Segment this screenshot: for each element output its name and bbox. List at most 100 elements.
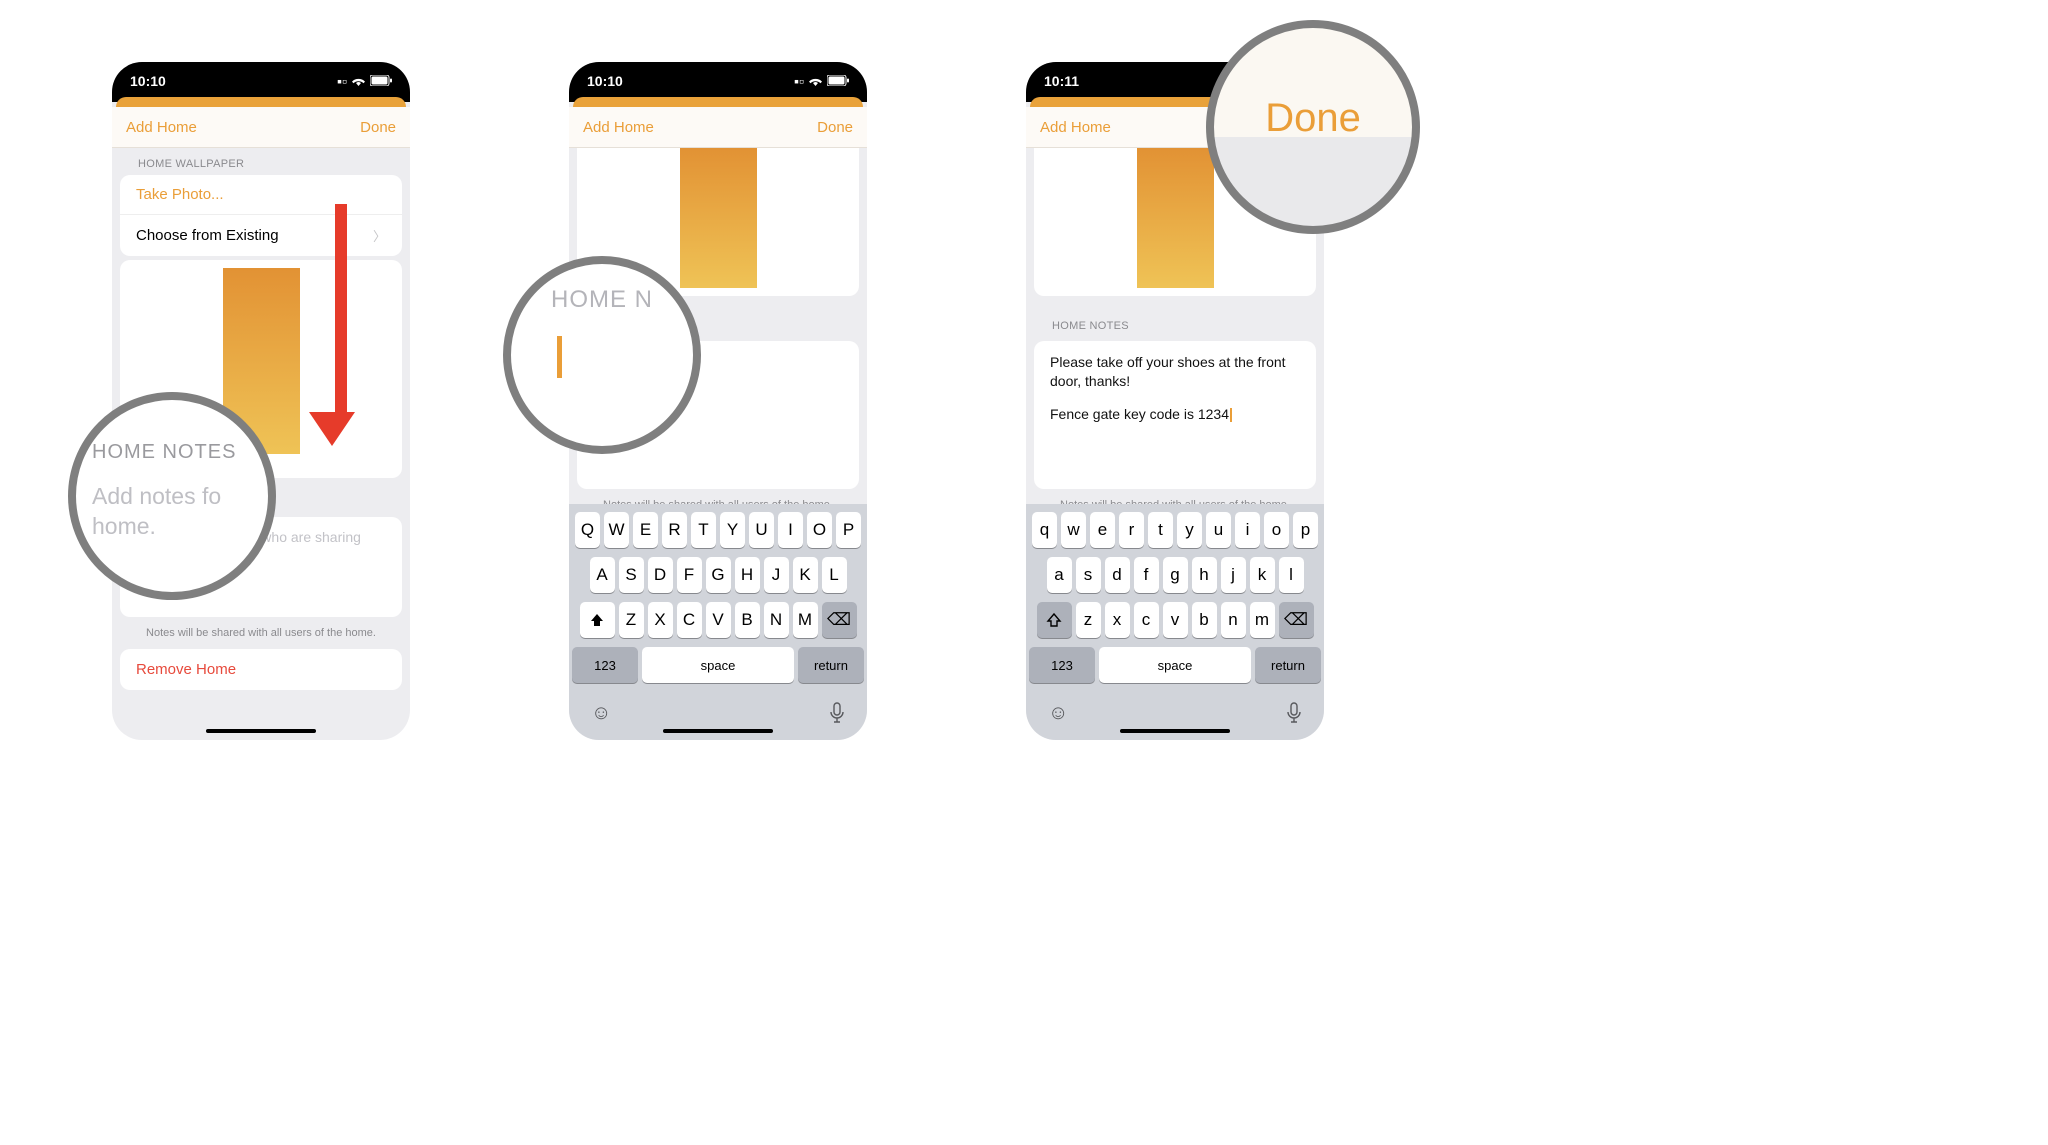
signal-icon: ▪▫ bbox=[794, 73, 804, 89]
key-g[interactable]: g bbox=[1163, 557, 1188, 593]
home-indicator[interactable] bbox=[206, 729, 316, 733]
callout-home-notes-placeholder: HOME NOTES Add notes fo home. bbox=[68, 392, 276, 600]
choose-existing-option[interactable]: Choose from Existing 〉 bbox=[120, 214, 402, 256]
take-photo-option[interactable]: Take Photo... bbox=[120, 175, 402, 214]
key-f[interactable]: f bbox=[1134, 557, 1159, 593]
key-k[interactable]: k bbox=[1250, 557, 1275, 593]
key-o[interactable]: O bbox=[807, 512, 832, 548]
key-l[interactable]: L bbox=[822, 557, 847, 593]
add-home-button[interactable]: Add Home bbox=[1040, 119, 1111, 136]
key-w[interactable]: w bbox=[1061, 512, 1086, 548]
key-w[interactable]: W bbox=[604, 512, 629, 548]
key-h[interactable]: H bbox=[735, 557, 760, 593]
key-c[interactable]: c bbox=[1134, 602, 1159, 638]
key-q[interactable]: Q bbox=[575, 512, 600, 548]
key-s[interactable]: S bbox=[619, 557, 644, 593]
status-time: 10:10 bbox=[130, 73, 166, 89]
key-v[interactable]: V bbox=[706, 602, 731, 638]
callout-cursor-in-notes: HOME N bbox=[503, 256, 701, 454]
emoji-icon[interactable]: ☺ bbox=[591, 702, 611, 730]
key-i[interactable]: i bbox=[1235, 512, 1260, 548]
home-indicator[interactable] bbox=[663, 729, 773, 733]
key-i[interactable]: I bbox=[778, 512, 803, 548]
key-f[interactable]: F bbox=[677, 557, 702, 593]
key-b[interactable]: B bbox=[735, 602, 760, 638]
key-x[interactable]: X bbox=[648, 602, 673, 638]
backspace-key[interactable]: ⌫ bbox=[1279, 602, 1314, 638]
key-e[interactable]: e bbox=[1090, 512, 1115, 548]
key-t[interactable]: T bbox=[691, 512, 716, 548]
return-key[interactable]: return bbox=[798, 647, 864, 683]
key-q[interactable]: q bbox=[1032, 512, 1057, 548]
key-n[interactable]: N bbox=[764, 602, 789, 638]
card-handle bbox=[573, 97, 863, 107]
add-home-button[interactable]: Add Home bbox=[583, 119, 654, 136]
scroll-down-arrow-annotation bbox=[326, 204, 355, 446]
keyboard[interactable]: Q W E R T Y U I O P A S D F G H J K L Z bbox=[569, 504, 867, 740]
key-d[interactable]: D bbox=[648, 557, 673, 593]
done-button[interactable]: Done bbox=[817, 119, 853, 136]
notes-text-line2: Fence gate key code is 1234 bbox=[1050, 406, 1229, 422]
key-k[interactable]: K bbox=[793, 557, 818, 593]
backspace-key[interactable]: ⌫ bbox=[822, 602, 857, 638]
keyboard-row-3: Z X C V B N M ⌫ bbox=[572, 602, 864, 638]
key-e[interactable]: E bbox=[633, 512, 658, 548]
mode-key[interactable]: 123 bbox=[572, 647, 638, 683]
wallpaper-thumbnail[interactable] bbox=[680, 148, 757, 288]
key-y[interactable]: Y bbox=[720, 512, 745, 548]
key-o[interactable]: o bbox=[1264, 512, 1289, 548]
key-p[interactable]: p bbox=[1293, 512, 1318, 548]
return-key[interactable]: return bbox=[1255, 647, 1321, 683]
key-c[interactable]: C bbox=[677, 602, 702, 638]
take-photo-label: Take Photo... bbox=[136, 186, 224, 203]
mic-icon[interactable] bbox=[829, 702, 845, 730]
shift-key[interactable] bbox=[1037, 602, 1072, 638]
key-h[interactable]: h bbox=[1192, 557, 1217, 593]
text-cursor-icon bbox=[557, 336, 562, 378]
key-r[interactable]: R bbox=[662, 512, 687, 548]
remove-home-button[interactable]: Remove Home bbox=[120, 649, 402, 690]
key-d[interactable]: d bbox=[1105, 557, 1130, 593]
mic-icon[interactable] bbox=[1286, 702, 1302, 730]
nav-bar: Add Home Done bbox=[569, 107, 867, 148]
key-g[interactable]: G bbox=[706, 557, 731, 593]
key-m[interactable]: m bbox=[1250, 602, 1275, 638]
text-cursor bbox=[1230, 408, 1232, 422]
key-a[interactable]: A bbox=[590, 557, 615, 593]
space-key[interactable]: space bbox=[642, 647, 794, 683]
wifi-icon bbox=[808, 73, 823, 89]
keyboard-tools: ☺ bbox=[569, 702, 867, 730]
done-button[interactable]: Done bbox=[360, 119, 396, 136]
emoji-icon[interactable]: ☺ bbox=[1048, 702, 1068, 730]
shift-key[interactable] bbox=[580, 602, 615, 638]
key-m[interactable]: M bbox=[793, 602, 818, 638]
key-t[interactable]: t bbox=[1148, 512, 1173, 548]
keyboard[interactable]: q w e r t y u i o p a s d f g h j k l z bbox=[1026, 504, 1324, 740]
key-n[interactable]: n bbox=[1221, 602, 1246, 638]
key-u[interactable]: U bbox=[749, 512, 774, 548]
key-x[interactable]: x bbox=[1105, 602, 1130, 638]
key-s[interactable]: s bbox=[1076, 557, 1101, 593]
key-u[interactable]: u bbox=[1206, 512, 1231, 548]
key-y[interactable]: y bbox=[1177, 512, 1202, 548]
key-b[interactable]: b bbox=[1192, 602, 1217, 638]
backspace-icon: ⌫ bbox=[827, 610, 851, 630]
key-r[interactable]: r bbox=[1119, 512, 1144, 548]
space-key[interactable]: space bbox=[1099, 647, 1251, 683]
status-indicators: ▪▫ bbox=[337, 73, 392, 89]
keyboard-tools: ☺ bbox=[1026, 702, 1324, 730]
key-j[interactable]: J bbox=[764, 557, 789, 593]
key-v[interactable]: v bbox=[1163, 602, 1188, 638]
mode-key[interactable]: 123 bbox=[1029, 647, 1095, 683]
key-a[interactable]: a bbox=[1047, 557, 1072, 593]
home-indicator[interactable] bbox=[1120, 729, 1230, 733]
wallpaper-thumbnail[interactable] bbox=[1137, 148, 1214, 288]
key-j[interactable]: j bbox=[1221, 557, 1246, 593]
wallpaper-section-header: HOME WALLPAPER bbox=[112, 148, 410, 175]
home-notes-field[interactable]: Please take off your shoes at the front … bbox=[1034, 341, 1316, 489]
key-z[interactable]: z bbox=[1076, 602, 1101, 638]
key-z[interactable]: Z bbox=[619, 602, 644, 638]
key-p[interactable]: P bbox=[836, 512, 861, 548]
key-l[interactable]: l bbox=[1279, 557, 1304, 593]
add-home-button[interactable]: Add Home bbox=[126, 119, 197, 136]
